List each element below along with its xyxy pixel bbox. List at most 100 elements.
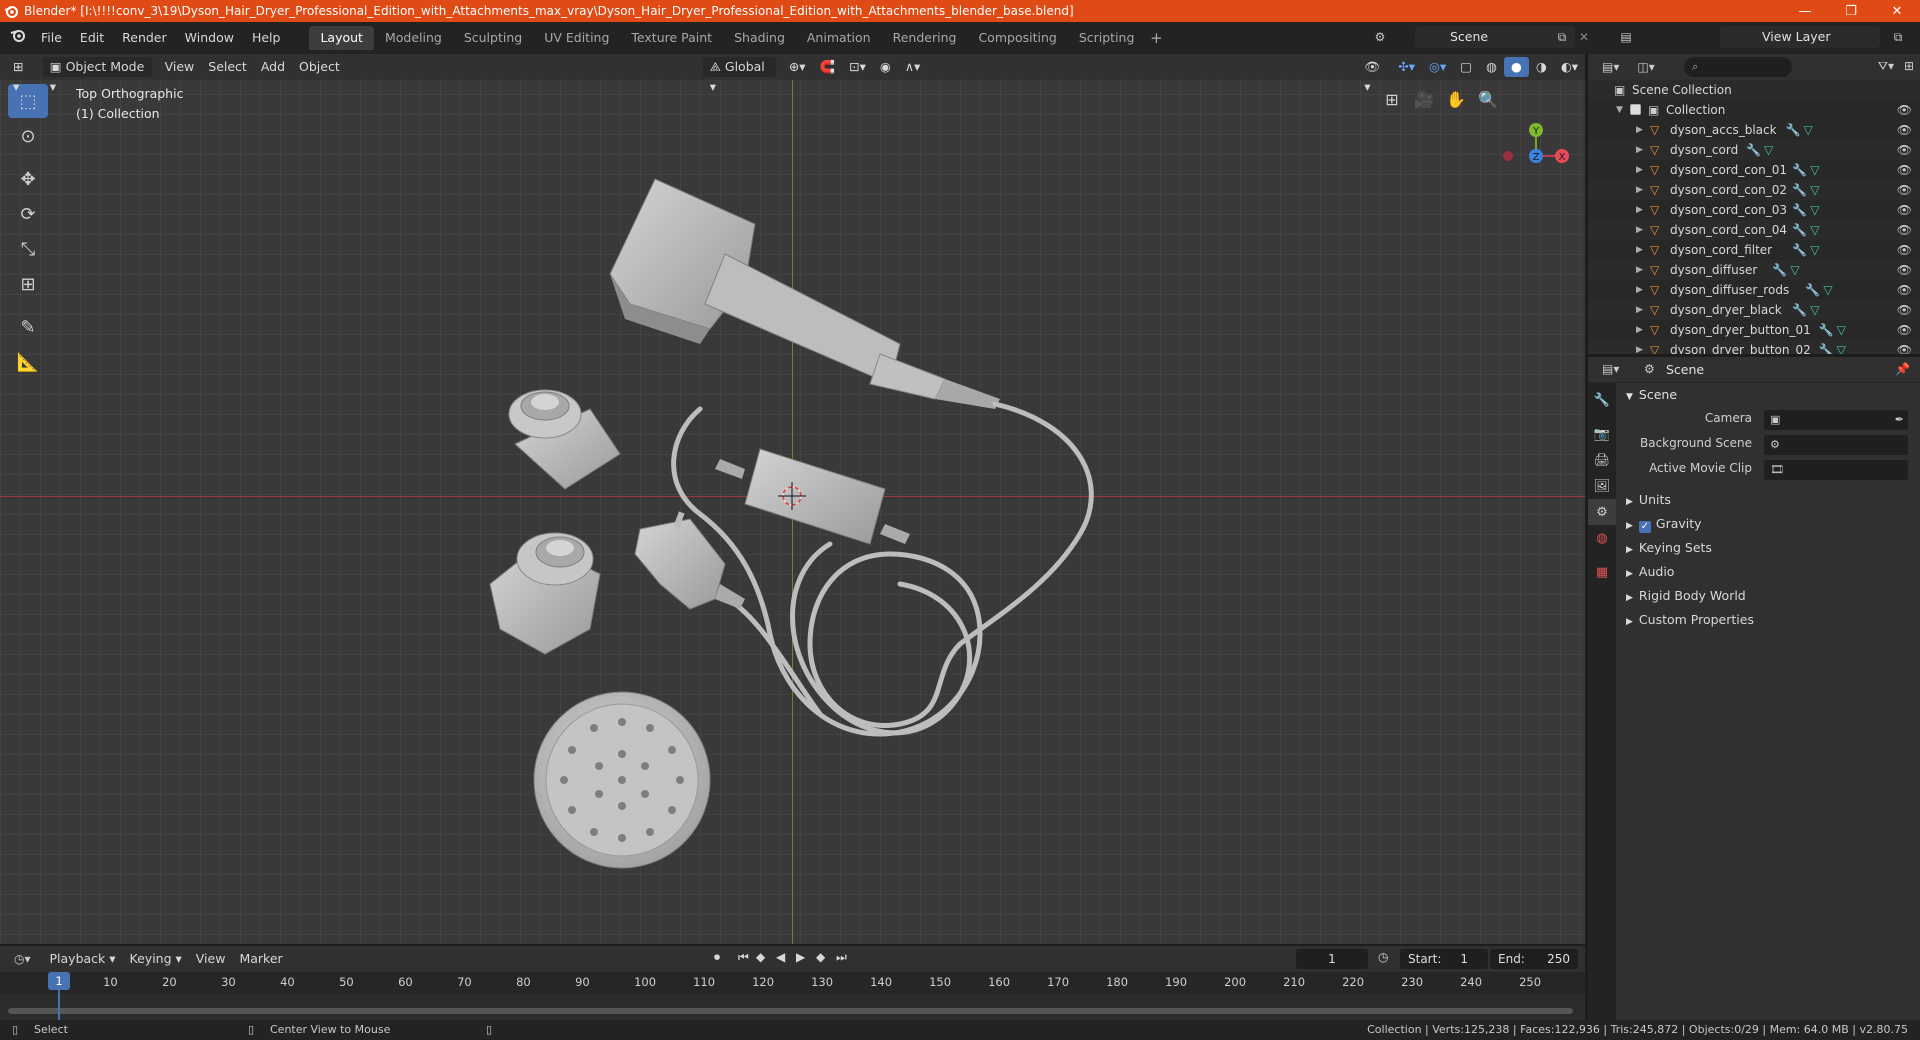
menu-playback[interactable]: Playback ▾ (43, 949, 123, 969)
eye-icon[interactable]: 👁 (1897, 160, 1912, 180)
expand-triangle-icon[interactable]: ▶ (1636, 220, 1643, 240)
eye-icon[interactable]: 👁 (1897, 320, 1912, 340)
menu-render[interactable]: Render (113, 26, 176, 50)
mesh-data-icon[interactable]: ▽ (1790, 260, 1799, 280)
tab-compositing[interactable]: Compositing (967, 26, 1067, 50)
modifier-icon[interactable]: 🔧 (1792, 160, 1807, 180)
new-collection-icon[interactable]: ⊞ (1904, 59, 1914, 73)
expand-triangle-icon[interactable]: ▶ (1636, 300, 1643, 320)
outliner-item-dyson-dryer-black[interactable]: ▶ ▽ dyson_dryer_black 🔧 ▽ 👁 (1588, 300, 1920, 320)
frame-clock-icon[interactable]: ◷ (1378, 950, 1388, 964)
outliner-item-dyson-cord-filter[interactable]: ▶ ▽ dyson_cord_filter 🔧 ▽ 👁 (1588, 240, 1920, 260)
modifier-icon[interactable]: 🔧 (1819, 340, 1834, 354)
modifier-icon[interactable]: 🔧 (1805, 280, 1820, 300)
filter-icon[interactable]: ⛛▾ (1878, 59, 1894, 74)
menu-keying[interactable]: Keying ▾ (123, 949, 189, 969)
measure-tool-icon[interactable]: 📐 (8, 345, 48, 379)
plug-object[interactable] (634, 511, 745, 610)
pivot-icon[interactable]: ⊕▾ (782, 57, 813, 77)
outliner-item-dyson-dryer-button-02[interactable]: ▶ ▽ dyson_dryer_button_02 🔧 ▽ 👁 (1588, 340, 1920, 354)
menu-edit[interactable]: Edit (71, 26, 113, 50)
close-button[interactable]: ✕ (1874, 0, 1920, 22)
tab-modeling[interactable]: Modeling (374, 26, 453, 50)
new-scene-icon[interactable]: ⧉ (1554, 29, 1570, 45)
eye-icon[interactable]: 👁 (1897, 240, 1912, 260)
add-workspace-button[interactable]: + (1145, 26, 1167, 50)
menu-object[interactable]: Object (292, 57, 347, 77)
maximize-button[interactable]: ❐ (1828, 0, 1874, 22)
cursor-tool-icon[interactable]: ⊙ (8, 119, 48, 153)
mesh-data-icon[interactable]: ▽ (1810, 300, 1819, 320)
outliner-item-dyson-cord-con-02[interactable]: ▶ ▽ dyson_cord_con_02 🔧 ▽ 👁 (1588, 180, 1920, 200)
concentrator-nozzle-object[interactable] (508, 389, 621, 490)
modifier-icon[interactable]: 🔧 (1819, 320, 1834, 340)
scene-panel-header[interactable]: ▼ Scene (1618, 383, 1920, 407)
3d-viewport[interactable]: ⊞ ▾ ▣ Object Mode ▾ View Select Add Obje… (0, 54, 1585, 944)
scene-tab-icon[interactable]: ⚙ (1588, 499, 1616, 525)
menu-timeline-view[interactable]: View (189, 949, 233, 969)
wireframe-shading-icon[interactable]: ◍ (1479, 57, 1504, 77)
tab-animation[interactable]: Animation (796, 26, 882, 50)
gravity-checkbox[interactable]: ✓ (1638, 521, 1651, 533)
jump-end-icon[interactable]: ⏭ (836, 950, 847, 965)
jump-start-icon[interactable]: ⏮ (738, 950, 749, 965)
mesh-data-icon[interactable]: ▽ (1810, 220, 1819, 240)
keying-sets-panel[interactable]: ▶ Keying Sets (1618, 536, 1920, 560)
collection-checkbox[interactable] (1630, 104, 1641, 115)
expand-triangle-icon[interactable]: ▶ (1636, 260, 1643, 280)
view-layer-tab-icon[interactable]: 🖼 (1588, 473, 1616, 499)
mesh-data-icon[interactable]: ▽ (1837, 340, 1846, 354)
transform-tool-icon[interactable]: ⊞ (8, 267, 48, 301)
tab-shading[interactable]: Shading (723, 26, 796, 50)
menu-select[interactable]: Select (201, 57, 254, 77)
outliner-item-dyson-cord-con-04[interactable]: ▶ ▽ dyson_cord_con_04 🔧 ▽ 👁 (1588, 220, 1920, 240)
diffuser-object[interactable] (533, 691, 711, 869)
snap-icon[interactable]: 🧲 (813, 57, 843, 77)
timeline-editor-icon[interactable]: ◷▾ (14, 952, 31, 966)
gravity-panel[interactable]: ▶ ✓ Gravity (1618, 512, 1920, 536)
tab-texture-paint[interactable]: Texture Paint (620, 26, 723, 50)
collection-row[interactable]: ▼ ▣ Collection 👁 (1588, 100, 1920, 120)
custom-properties-panel[interactable]: ▶ Custom Properties (1618, 608, 1920, 632)
expand-triangle-icon[interactable]: ▶ (1636, 140, 1643, 160)
record-icon[interactable]: ⏺ (714, 950, 720, 965)
eye-icon[interactable]: 👁 (1897, 140, 1912, 160)
outliner-search-input[interactable]: ⌕ (1684, 57, 1792, 77)
tab-rendering[interactable]: Rendering (882, 26, 968, 50)
menu-view[interactable]: View (158, 57, 202, 77)
menu-help[interactable]: Help (243, 26, 290, 50)
minimize-button[interactable]: — (1782, 0, 1828, 22)
outliner-item-dyson-cord-con-03[interactable]: ▶ ▽ dyson_cord_con_03 🔧 ▽ 👁 (1588, 200, 1920, 220)
outliner-item-dyson-diffuser[interactable]: ▶ ▽ dyson_diffuser 🔧 ▽ 👁 (1588, 260, 1920, 280)
pan-hand-icon[interactable]: ✋ (1444, 88, 1468, 112)
prev-keyframe-icon[interactable]: ◆ (756, 950, 765, 964)
units-panel[interactable]: ▶ Units (1618, 488, 1920, 512)
mesh-data-icon[interactable]: ▽ (1823, 280, 1832, 300)
display-mode-icon[interactable]: ◫▾ (1637, 60, 1654, 74)
gizmo-toggle-icon[interactable]: ✣▾ (1391, 57, 1422, 77)
tab-layout[interactable]: Layout (309, 26, 374, 50)
scene-collection-row[interactable]: ▣ Scene Collection (1588, 80, 1920, 100)
start-frame-field[interactable]: Start: 1 (1400, 949, 1488, 969)
mesh-data-icon[interactable]: ▽ (1837, 320, 1846, 340)
expand-triangle-icon[interactable]: ▶ (1636, 200, 1643, 220)
mode-selector[interactable]: ▣ Object Mode ▾ (42, 57, 152, 94)
mesh-data-icon[interactable]: ▽ (1804, 120, 1813, 140)
outliner-editor-icon[interactable]: ▤▾ (1602, 60, 1619, 74)
rotate-tool-icon[interactable]: ⟳ (8, 197, 48, 231)
overlay-toggle-icon[interactable]: ◎▾ (1422, 57, 1453, 77)
cord-filter-object[interactable] (715, 448, 910, 545)
solid-shading-icon[interactable]: ● (1503, 57, 1529, 77)
xray-toggle-icon[interactable]: ▢ (1453, 57, 1479, 77)
menu-window[interactable]: Window (176, 26, 243, 50)
mesh-data-icon[interactable]: ▽ (1810, 240, 1819, 260)
visibility-icon[interactable]: 👁▾ (1357, 57, 1391, 94)
eye-icon[interactable]: 👁 (1897, 300, 1912, 320)
texture-tab-icon[interactable]: ▦ (1588, 559, 1616, 585)
expand-triangle-icon[interactable]: ▶ (1636, 120, 1643, 140)
tab-scripting[interactable]: Scripting (1068, 26, 1146, 50)
outliner-item-dyson-cord[interactable]: ▶ ▽ dyson_cord 🔧 ▽ 👁 (1588, 140, 1920, 160)
timeline-ruler[interactable]: 1102030405060708090100110120130140150160… (0, 972, 1585, 994)
scale-tool-icon[interactable]: ⤡ (8, 232, 48, 266)
modifier-icon[interactable]: 🔧 (1792, 240, 1807, 260)
